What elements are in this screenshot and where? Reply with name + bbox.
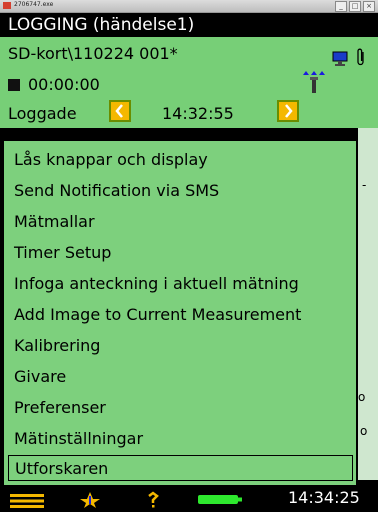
stop-icon[interactable] [8,79,20,91]
menu-item-annotation[interactable]: Infoga anteckning i aktuell mätning [8,271,353,297]
close-button[interactable]: × [363,1,375,12]
window-controls: _ □ × [335,1,375,12]
warning-icon[interactable] [146,490,160,508]
context-menu: Lås knappar och display Send Notificatio… [3,140,357,486]
log-time: 14:32:55 [162,104,234,123]
hamburger-menu-icon[interactable] [10,494,44,508]
menu-item-add-image[interactable]: Add Image to Current Measurement [8,302,353,328]
log-nav-strip: Loggade 14:32:55 [0,98,378,128]
menu-item-explorer[interactable]: Utforskaren [8,455,353,481]
input-arrows-icon [303,71,325,93]
window-titlebar: 2706747.exe _ □ × [0,0,378,13]
page-title: LOGGING (händelse1) [8,15,195,35]
file-strip: SD-kort\110224 001* [0,37,378,67]
menu-item-preferences[interactable]: Preferenser [8,395,353,421]
log-label: Loggade [8,104,77,123]
chevron-left-icon [115,104,123,118]
notification-star-icon[interactable] [76,490,104,508]
file-path[interactable]: SD-kort\110224 001* [8,44,178,63]
window-caption: 2706747.exe [14,1,54,8]
menu-item-transducer[interactable]: Givare [8,364,353,390]
minimize-button[interactable]: _ [335,1,347,12]
menu-item-calibration[interactable]: Kalibrering [8,333,353,359]
menu-item-sms[interactable]: Send Notification via SMS [8,178,353,204]
menu-item-measurement-setup[interactable]: Mätinställningar [8,426,353,452]
monitor-icon[interactable] [332,51,348,67]
header-bar: LOGGING (händelse1) [0,13,378,37]
status-bar: 14:34:25 [0,486,378,512]
menu-item-templates[interactable]: Mätmallar [8,209,353,235]
prev-button[interactable] [109,100,131,122]
status-clock: 14:34:25 [288,488,360,507]
menu-item-lock[interactable]: Lås knappar och display [8,147,353,173]
maximize-button[interactable]: □ [349,1,361,12]
app-icon [3,2,11,9]
paperclip-icon[interactable] [356,47,366,67]
elapsed-time: 00:00:00 [28,75,100,94]
chevron-right-icon [285,104,293,118]
menu-item-timer[interactable]: Timer Setup [8,240,353,266]
recorder-strip: 00:00:00 [0,67,378,98]
background-panel: - o o [358,128,378,480]
battery-icon [198,495,242,504]
next-button[interactable] [277,100,299,122]
